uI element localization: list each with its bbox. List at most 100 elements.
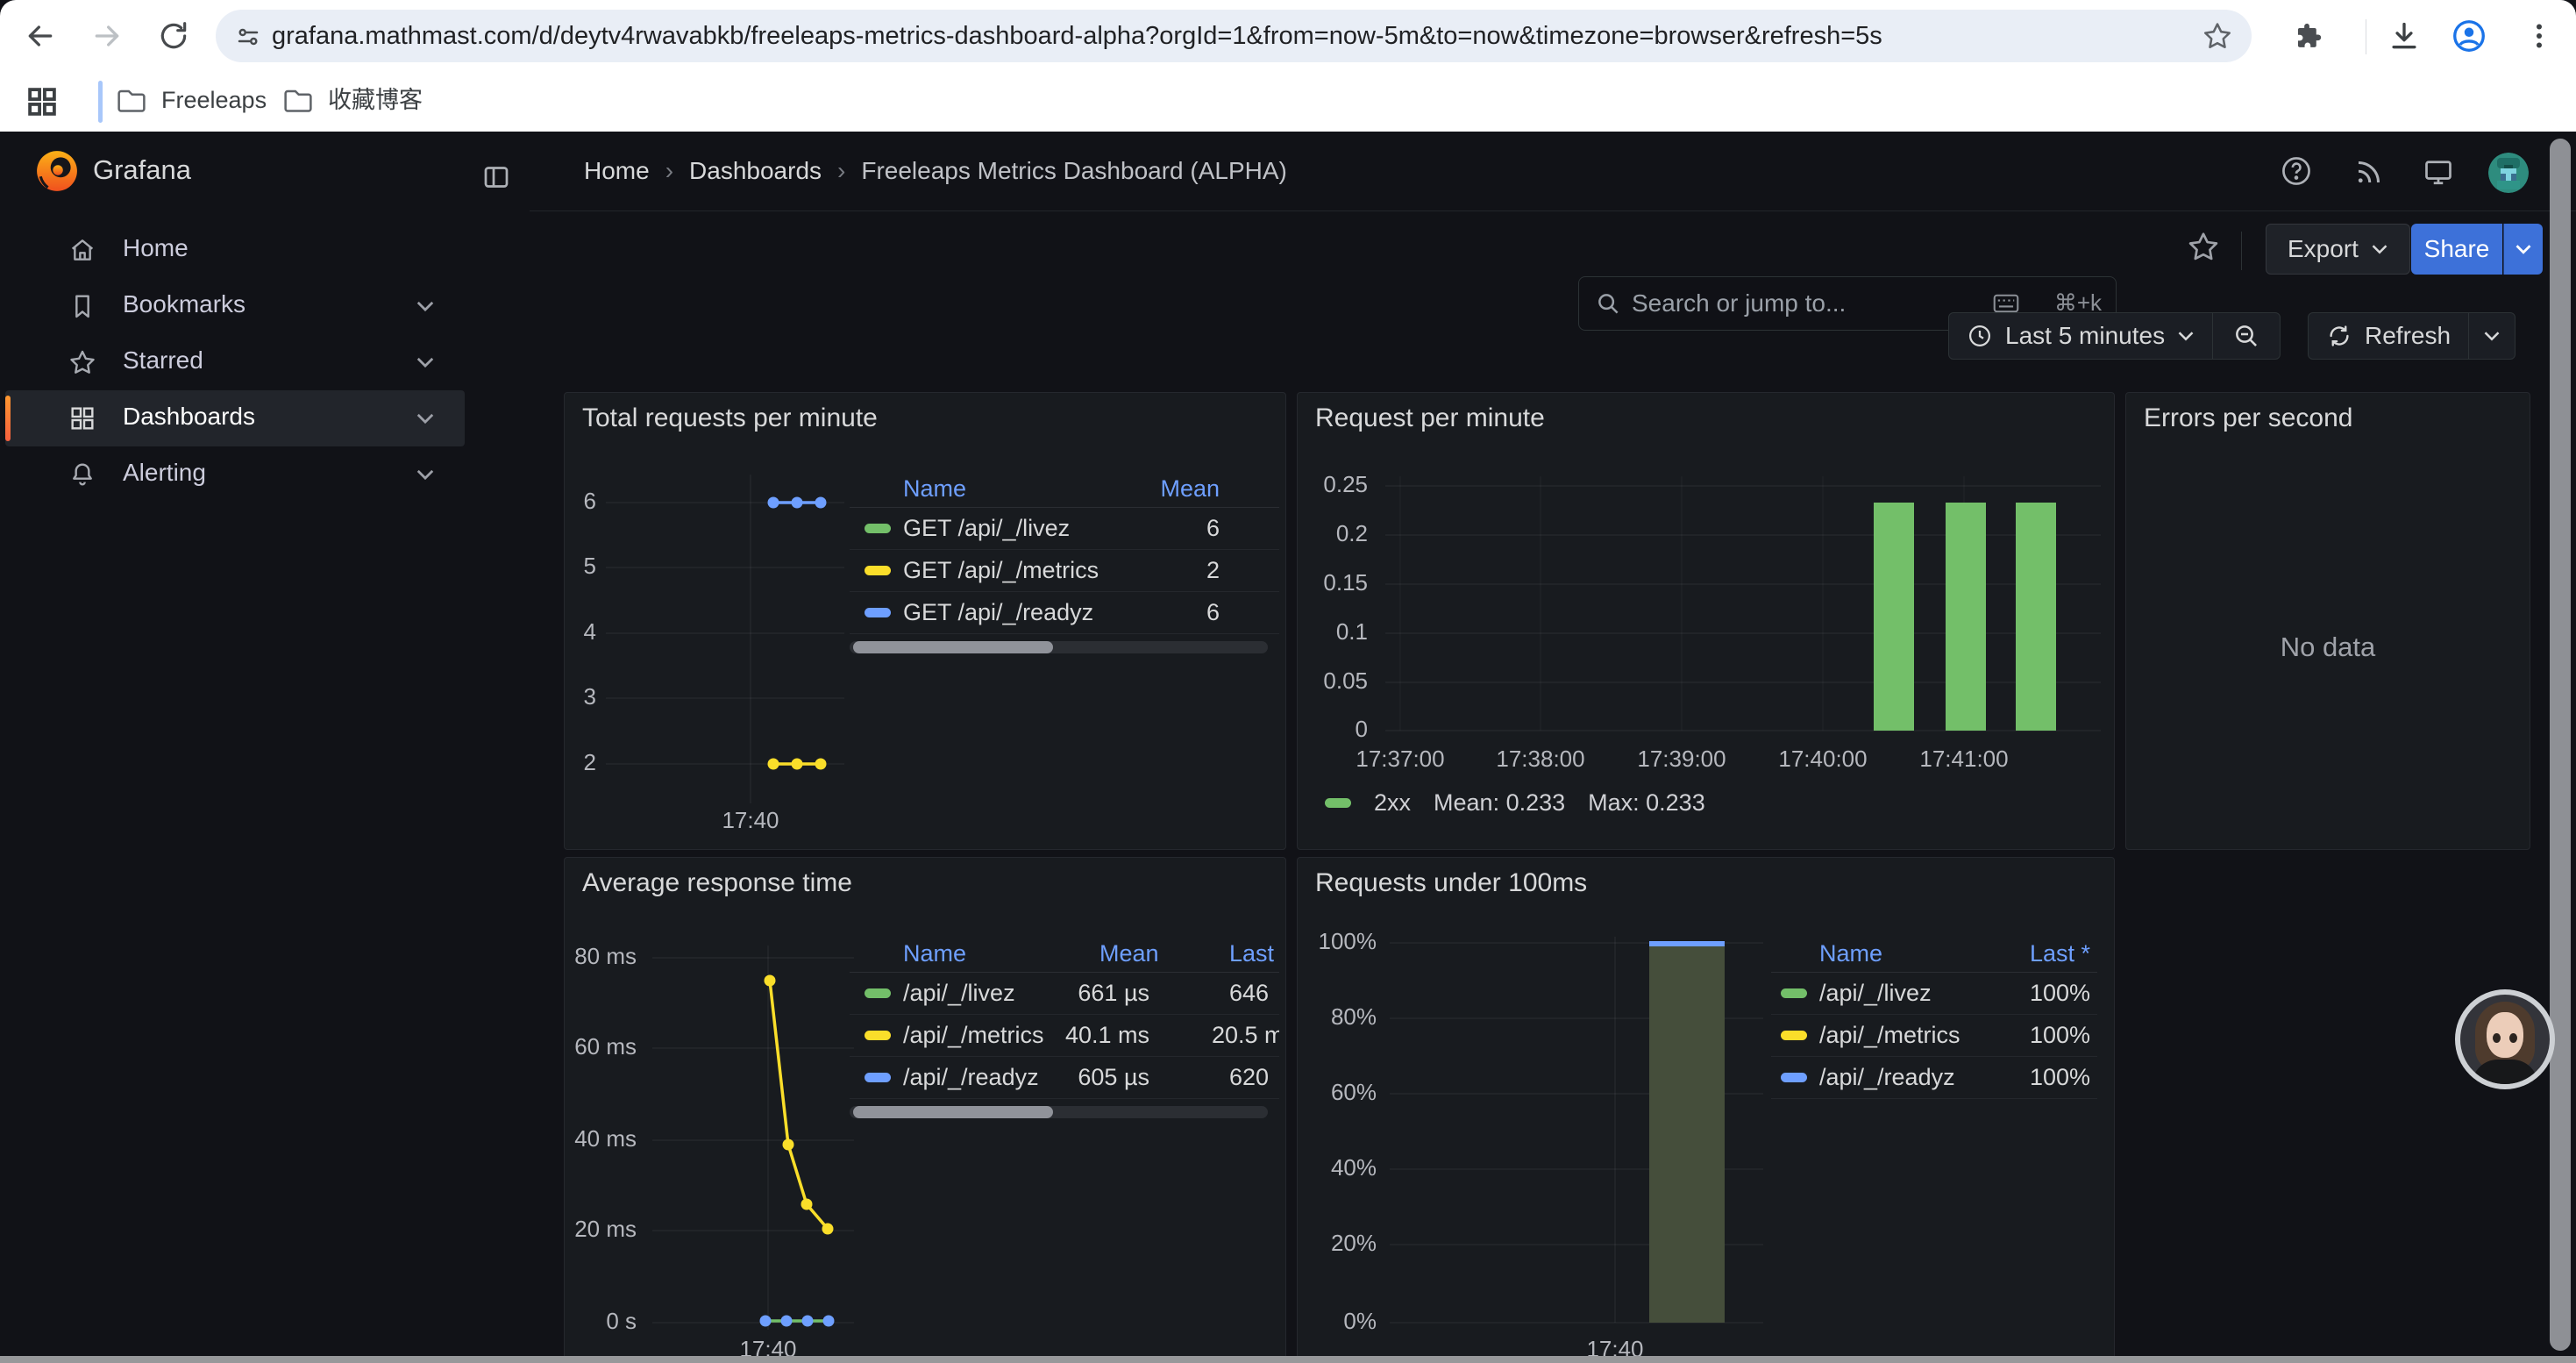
screen-monitor-icon[interactable] [2422,156,2455,188]
legend-last-header[interactable]: Last * [1229,940,1279,967]
breadcrumb-dashboards[interactable]: Dashboards [689,157,822,185]
refresh-icon [2326,323,2352,349]
share-menu-button[interactable] [2503,224,2543,275]
legend-series-name: /api/_/livez [1819,980,1932,1007]
series-color-pill [1781,988,1807,998]
bookmark-drop-indicator [98,81,103,123]
refresh-button[interactable]: Refresh [2309,313,2468,359]
x-tick: 17:40 [698,807,803,834]
apps-button[interactable] [21,81,63,123]
time-range-button[interactable]: Last 5 minutes [1949,313,2212,359]
selected-indicator [5,396,11,441]
x-tick: 17:41:00 [1894,746,2034,773]
share-button[interactable]: Share [2411,224,2502,275]
panel-title[interactable]: Errors per second [2144,403,2352,433]
legend-scrollbar[interactable] [850,641,1268,653]
export-button[interactable]: Export [2266,224,2410,275]
panel-under-100ms: Requests under 100ms 100% 80% 60% 40% 20… [1297,857,2115,1363]
home-icon [68,236,96,264]
bookmark-folder-freeleaps[interactable]: Freeleaps [116,82,267,118]
panel-avg-response-time: Average response time 80 ms 60 ms 40 ms … [564,857,1286,1363]
legend-row[interactable]: /api/_/readyz 605 µs 620 [850,1057,1279,1099]
y-tick: 60 ms [565,1033,637,1060]
chevron-down-icon[interactable] [416,411,435,425]
sidebar-item-dashboards[interactable]: Dashboards [5,390,465,446]
back-button[interactable] [19,15,61,57]
sidebar-item-alerting[interactable]: Alerting [5,446,465,503]
chevron-down-icon[interactable] [416,467,435,482]
legend-row[interactable]: GET /api/_/readyz 6 [850,592,1279,634]
legend-scrollbar-thumb[interactable] [853,641,1053,653]
legend-series-name: /api/_/readyz [903,1064,1039,1091]
share-label: Share [2424,235,2490,263]
chevron-down-icon[interactable] [416,299,435,313]
page-scrollbar-thumb[interactable] [2550,139,2571,1351]
legend-mean-value: 2 [1206,557,1220,584]
refresh-interval-button[interactable] [2469,313,2515,359]
search-input[interactable] [1630,277,1967,330]
help-icon[interactable] [2280,154,2313,188]
legend-header: Name Mean Last * [850,933,1279,973]
grafana-logo[interactable] [35,149,79,193]
legend-row[interactable]: /api/_/livez 661 µs 646 [850,973,1279,1015]
y-tick: 0.25 [1298,471,1368,498]
legend-scrollbar[interactable] [850,1106,1268,1118]
legend-row[interactable]: /api/_/livez 100% [1771,973,2097,1015]
brand-name[interactable]: Grafana [93,154,191,186]
news-rss-icon[interactable] [2353,156,2385,188]
toolbar-divider [2241,232,2242,270]
downloads-button[interactable] [2383,15,2425,57]
chevron-down-icon[interactable] [416,355,435,369]
bookmark-folder-blogs[interactable]: 收藏博客 [282,82,423,118]
chevron-down-icon [2515,243,2532,255]
bookmark-star-icon[interactable] [2202,21,2232,51]
panel-toggle-icon[interactable] [480,161,512,193]
url-bar[interactable]: grafana.mathmast.com/d/deytv4rwavabkb/fr… [216,10,2252,62]
forward-button[interactable] [86,15,128,57]
legend-row[interactable]: /api/_/readyz 100% [1771,1057,2097,1099]
extensions-button[interactable] [2287,15,2329,57]
legend-series-name[interactable]: 2xx [1374,789,1411,817]
legend-mean-header[interactable]: Mean [1160,475,1220,503]
legend-mean-value: 40.1 ms [1044,1022,1149,1049]
legend-row[interactable]: GET /api/_/metrics 2 [850,550,1279,592]
y-tick: 0.15 [1298,569,1368,596]
favorite-star-icon[interactable] [2187,230,2220,263]
y-tick: 40 ms [565,1125,637,1152]
legend-last-value: 620 [1229,1064,1269,1091]
sidebar-item-starred[interactable]: Starred [5,334,465,390]
legend-row[interactable]: /api/_/metrics 100% [1771,1015,2097,1057]
legend-mean-header[interactable]: Mean [1099,940,1149,967]
reload-button[interactable] [153,15,195,57]
back-arrow-icon [23,18,58,54]
legend-row[interactable]: GET /api/_/livez 6 [850,508,1279,550]
legend-scrollbar-thumb[interactable] [853,1106,1053,1118]
legend-last-header[interactable]: Last * [2030,940,2090,967]
download-icon [2387,19,2421,53]
profile-icon [2451,18,2487,54]
sidebar-item-home[interactable]: Home [5,222,465,278]
site-settings-icon[interactable] [235,24,261,50]
assistant-avatar[interactable] [2455,989,2555,1089]
window-bottom-edge [0,1356,2576,1363]
legend-mean-value: 6 [1206,515,1220,542]
legend-mean-value: 605 µs [1044,1064,1149,1091]
breadcrumb-home[interactable]: Home [584,157,650,185]
legend-name-header[interactable]: Name [903,475,966,503]
url-text[interactable]: grafana.mathmast.com/d/deytv4rwavabkb/fr… [272,10,2227,62]
reload-icon [157,19,190,53]
bar-chart [1298,393,2114,849]
y-tick: 2 [565,749,596,776]
no-data-message: No data [2126,632,2530,663]
sidebar-item-bookmarks[interactable]: Bookmarks [5,278,465,334]
sidebar-item-label: Dashboards [123,403,255,431]
user-avatar[interactable] [2488,153,2529,193]
profile-button[interactable] [2448,15,2490,57]
zoom-out-button[interactable] [2213,313,2280,359]
browser-menu-button[interactable] [2518,15,2560,57]
legend-series-name: /api/_/readyz [1819,1064,1955,1091]
legend-row[interactable]: /api/_/metrics 40.1 ms 20.5 ms [850,1015,1279,1057]
legend-name-header[interactable]: Name [1819,940,1882,967]
legend-name-header[interactable]: Name [903,940,966,967]
legend-series-name: GET /api/_/metrics [903,557,1099,584]
